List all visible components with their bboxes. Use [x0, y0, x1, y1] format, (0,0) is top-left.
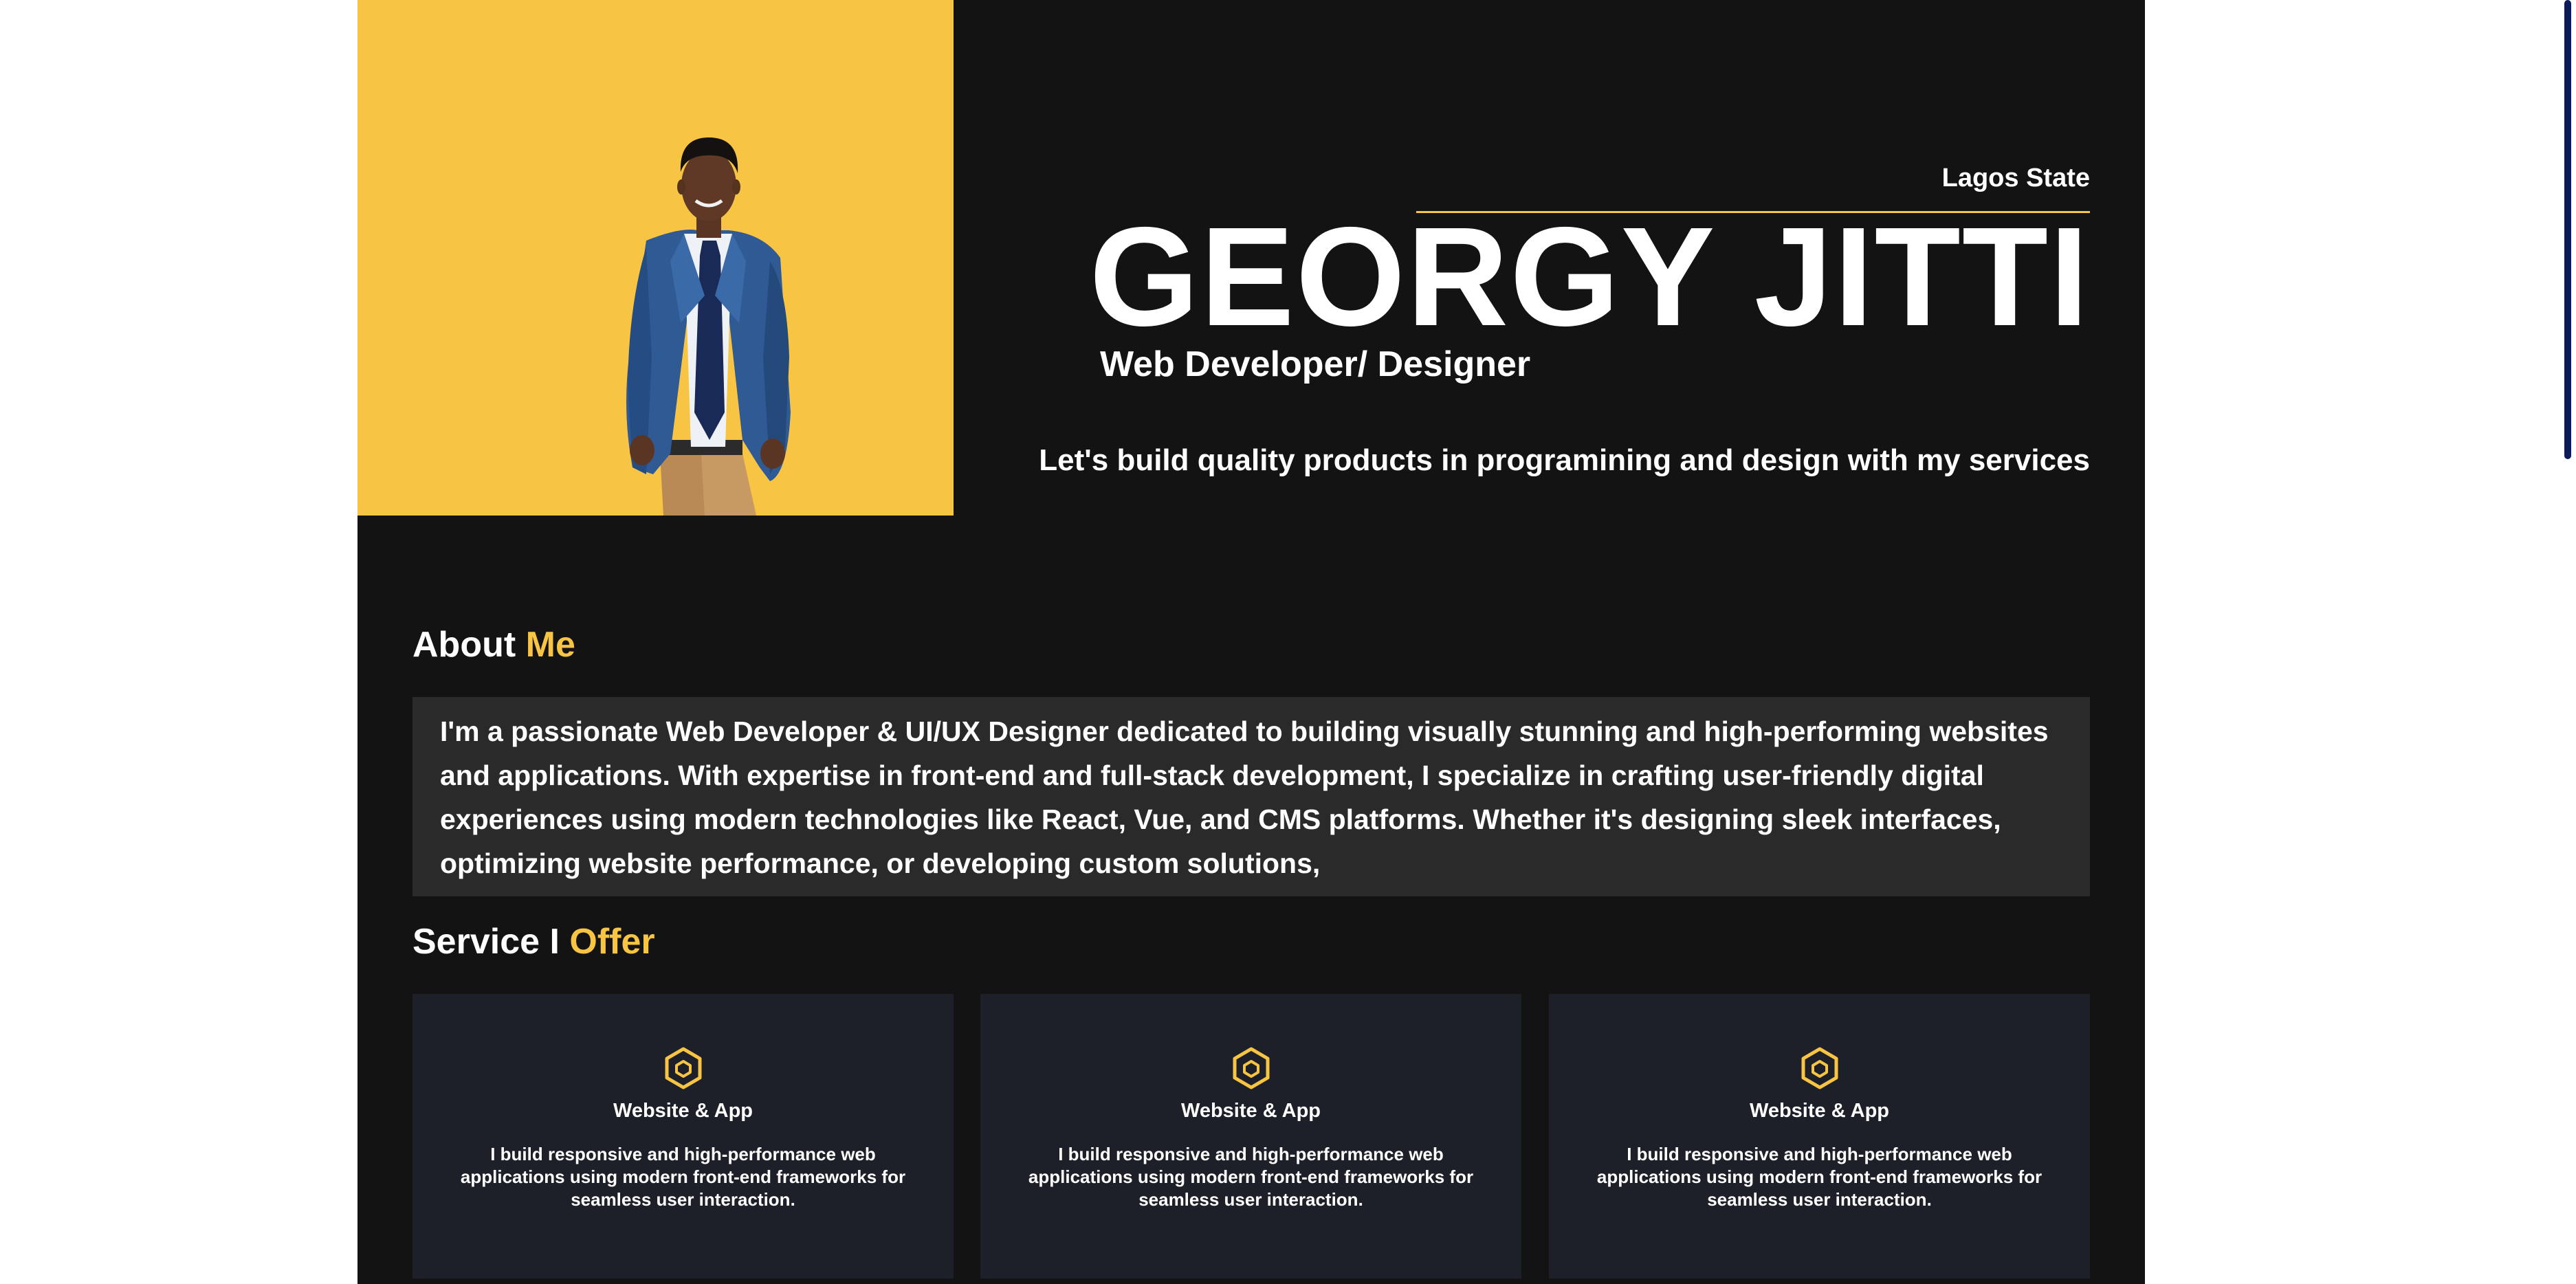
hexagon-icon	[665, 1047, 701, 1089]
services-heading-main: Service I	[412, 922, 560, 962]
service-card[interactable]: Website & App I build responsive and hig…	[1549, 994, 2090, 1279]
profile-photo	[626, 137, 791, 516]
portfolio-page: Lagos State GEORGY JITTI Web Developer/ …	[357, 0, 2145, 1284]
about-heading-accent: Me	[525, 625, 575, 665]
hexagon-icon	[1233, 1047, 1269, 1089]
hero-tagline: Let's build quality products in programi…	[1039, 443, 2090, 477]
service-title: Website & App	[1180, 1100, 1321, 1122]
service-description: I build responsive and high-performance …	[1028, 1144, 1474, 1210]
service-card[interactable]: Website & App I build responsive and hig…	[980, 994, 1521, 1279]
location-label: Lagos State	[1941, 164, 2090, 192]
service-title: Website & App	[613, 1100, 753, 1122]
about-heading-main: About	[412, 625, 516, 665]
services-heading: Service I Offer	[412, 921, 655, 962]
service-card[interactable]: Website & App I build responsive and hig…	[412, 994, 954, 1279]
hero-role: Web Developer/ Designer	[1100, 344, 1531, 384]
profile-photo-panel	[357, 0, 954, 516]
about-text: I'm a passionate Web Developer & UI/UX D…	[440, 716, 2049, 879]
hero-name: GEORGY JITTI	[1089, 198, 2090, 355]
scrollbar-thumb[interactable]	[2564, 0, 2571, 459]
service-title: Website & App	[1749, 1100, 1889, 1122]
service-description: I build responsive and high-performance …	[460, 1144, 906, 1210]
service-description: I build responsive and high-performance …	[1596, 1144, 2043, 1210]
about-heading: About Me	[412, 624, 575, 665]
about-card: I'm a passionate Web Developer & UI/UX D…	[412, 697, 2090, 896]
hexagon-icon	[1801, 1047, 1838, 1089]
services-heading-accent: Offer	[569, 922, 655, 962]
